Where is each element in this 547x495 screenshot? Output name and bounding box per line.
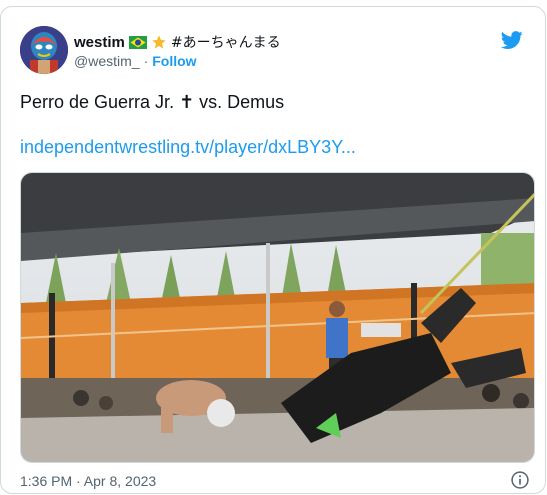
star-icon [152, 35, 166, 49]
handle-separator: · [143, 53, 149, 69]
tweet-card: westim #あーちゃんまる @westim_ · Follow Perro … [0, 6, 546, 494]
tweet-timestamp[interactable]: 1:36 PM · Apr 8, 2023 [20, 473, 156, 489]
avatar[interactable] [20, 26, 68, 74]
wrestling-video-still [21, 173, 534, 462]
tweet-text: Perro de Guerra Jr. ✝ vs. Demus [20, 92, 285, 112]
twitter-bird-icon[interactable] [501, 29, 523, 51]
info-icon[interactable] [510, 470, 530, 490]
author-handle-row: @westim_ · Follow [74, 53, 197, 69]
tweet-link[interactable]: independentwrestling.tv/player/dxLBY3Y..… [20, 137, 356, 158]
follow-button[interactable]: Follow [152, 53, 196, 69]
author-handle[interactable]: @westim_ [74, 53, 140, 69]
author-name-row: westim #あーちゃんまる [74, 32, 281, 52]
brazil-flag-icon [128, 35, 147, 49]
avatar-image [20, 26, 68, 74]
author-display-name[interactable]: westim [74, 34, 125, 51]
author-name-suffix: #あーちゃんまる [170, 35, 281, 51]
tweet-media[interactable] [20, 172, 535, 463]
